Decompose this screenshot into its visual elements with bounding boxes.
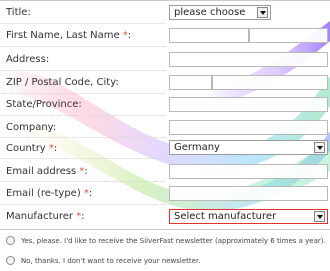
manufacturer-label: Manufacturer *:	[6, 211, 85, 222]
title-select-value: please choose	[174, 7, 246, 18]
company-input[interactable]	[169, 120, 328, 135]
newsletter-no-option[interactable]: No, thanks. I don't want to receive your…	[6, 255, 201, 266]
chevron-down-icon	[314, 142, 325, 153]
newsletter-yes-label: Yes, please. I'd like to receive the Sil…	[21, 237, 326, 245]
email-retype-input[interactable]	[169, 186, 328, 201]
email-label: Email address *:	[6, 166, 88, 177]
chevron-down-icon	[314, 211, 325, 222]
first-name-input[interactable]	[169, 28, 249, 43]
title-select[interactable]: please choose	[169, 5, 271, 20]
newsletter-yes-option[interactable]: Yes, please. I'd like to receive the Sil…	[6, 235, 326, 246]
row-separator	[0, 204, 165, 205]
company-label: Company:	[6, 122, 57, 133]
chevron-down-icon	[257, 7, 268, 18]
state-input[interactable]	[169, 97, 328, 112]
row-separator	[0, 46, 165, 47]
row-separator	[0, 181, 165, 182]
manufacturer-select-value: Select manufacturer	[174, 211, 277, 222]
city-input[interactable]	[212, 75, 328, 90]
zip-city-label: ZIP / Postal Code, City:	[6, 77, 119, 88]
row-separator	[0, 137, 165, 138]
state-label: State/Province:	[6, 99, 82, 110]
row-separator	[0, 93, 165, 94]
zip-input[interactable]	[169, 75, 212, 90]
newsletter-no-label: No, thanks. I don't want to receive your…	[21, 257, 201, 265]
row-separator	[0, 23, 165, 24]
radio-button-no[interactable]	[6, 255, 15, 265]
address-input[interactable]	[169, 52, 328, 67]
radio-button-yes[interactable]	[6, 235, 15, 245]
row-separator	[0, 115, 165, 116]
registration-form: Title: please choose First Name, Last Na…	[0, 0, 330, 230]
country-select[interactable]: Germany	[169, 140, 328, 155]
last-name-input[interactable]	[249, 28, 328, 43]
row-separator	[0, 70, 165, 71]
country-select-value: Germany	[174, 142, 220, 153]
manufacturer-select[interactable]: Select manufacturer	[169, 209, 328, 224]
title-label: Title:	[6, 7, 31, 18]
name-label: First Name, Last Name *:	[6, 30, 132, 41]
email-input[interactable]	[169, 164, 328, 179]
email-retype-label: Email (re-type) *:	[6, 188, 93, 199]
country-label: Country *:	[6, 143, 58, 154]
address-label: Address:	[6, 54, 50, 65]
row-separator	[0, 158, 165, 159]
